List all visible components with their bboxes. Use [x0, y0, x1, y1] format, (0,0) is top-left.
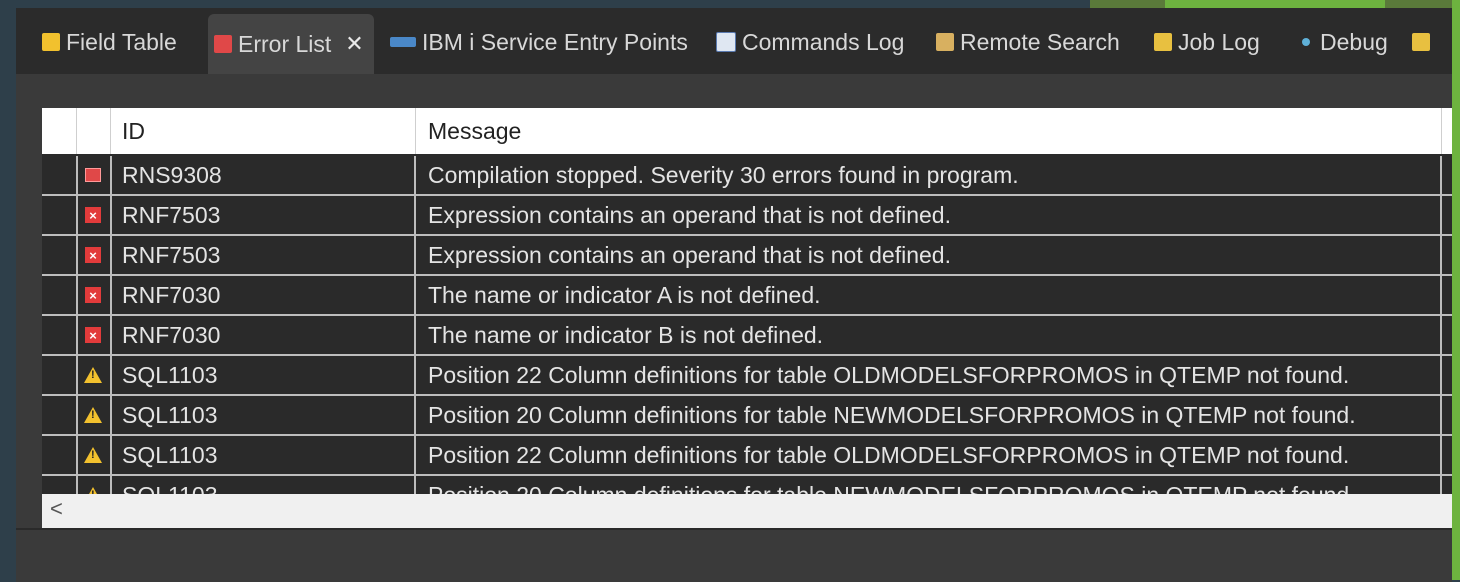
- error-table: ID Message RNS9308 Compilation stopped. S…: [42, 108, 1452, 494]
- message-id: RNS9308: [110, 156, 416, 194]
- remote-search-icon: [936, 33, 954, 51]
- debug-icon: [1302, 38, 1310, 46]
- table-row[interactable]: × RNF7503 Expression contains an operand t…: [42, 196, 1452, 236]
- table-row[interactable]: × RNF7030 The name or indicator A is not d…: [42, 276, 1452, 316]
- row-spacer: [42, 476, 78, 494]
- tab-error-list[interactable]: Error List ✕: [208, 14, 374, 74]
- table-icon: [42, 33, 60, 51]
- row-spacer: [42, 276, 78, 314]
- row-spacer: [42, 236, 78, 274]
- service-entry-icon: [390, 37, 416, 47]
- severity-cell: [76, 156, 112, 194]
- overflow-tab-icon: [1412, 33, 1430, 51]
- row-spacer: [42, 156, 78, 194]
- row-spacer: [42, 196, 78, 234]
- tab-job-log[interactable]: Job Log: [1154, 18, 1260, 66]
- table-row[interactable]: × RNF7030 The name or indicator B is not d…: [42, 316, 1452, 356]
- tab-label: Debug: [1320, 28, 1388, 55]
- tab-remote-search[interactable]: Remote Search: [936, 18, 1120, 66]
- tab-overflow[interactable]: [1412, 18, 1436, 66]
- message-text: Expression contains an operand that is n…: [416, 236, 1442, 274]
- message-text: The name or indicator B is not defined.: [416, 316, 1442, 354]
- message-id: RNF7030: [110, 276, 416, 314]
- message-text: Position 22 Column definitions for table…: [416, 436, 1442, 474]
- view-tab-bar: Field Table Error List ✕ IBM i Service E…: [16, 8, 1452, 74]
- severity-cell: ×: [76, 196, 112, 234]
- error-severity-icon: ×: [85, 247, 101, 263]
- severity-cell: [76, 436, 112, 474]
- tab-label: Commands Log: [742, 28, 905, 55]
- severity-cell: ×: [76, 316, 112, 354]
- message-text: Position 20 Column definitions for table…: [416, 396, 1442, 434]
- warning-severity-icon: [84, 487, 102, 494]
- message-text: Position 22 Column definitions for table…: [416, 356, 1442, 394]
- commands-log-icon: [716, 32, 736, 52]
- tab-label: IBM i Service Entry Points: [422, 28, 688, 55]
- row-spacer: [42, 396, 78, 434]
- column-header-message[interactable]: Message: [416, 108, 1442, 154]
- table-row[interactable]: SQL1103Position 20 Column definitions fo…: [42, 476, 1452, 494]
- warning-severity-icon: [84, 407, 102, 423]
- message-id: RNF7503: [110, 196, 416, 234]
- header-blank: [42, 108, 77, 154]
- message-id: SQL1103: [110, 436, 416, 474]
- background-accent-strip: [1452, 0, 1460, 580]
- message-id: RNF7503: [110, 236, 416, 274]
- tab-label: Remote Search: [960, 28, 1120, 55]
- column-header-id[interactable]: ID: [110, 108, 416, 154]
- error-list-icon: [214, 35, 232, 53]
- row-spacer: [42, 436, 78, 474]
- warning-severity-icon: [84, 447, 102, 463]
- severity-cell: ×: [76, 236, 112, 274]
- table-header: ID Message: [42, 108, 1452, 154]
- table-row[interactable]: RNS9308 Compilation stopped. Severity 30 …: [42, 156, 1452, 196]
- header-severity[interactable]: [76, 108, 111, 154]
- message-text: The name or indicator A is not defined.: [416, 276, 1442, 314]
- row-spacer: [42, 316, 78, 354]
- message-id: SQL1103: [110, 396, 416, 434]
- horizontal-scrollbar[interactable]: <: [42, 494, 1452, 528]
- message-text: Compilation stopped. Severity 30 errors …: [416, 156, 1442, 194]
- severity-cell: ×: [76, 276, 112, 314]
- error-severity-icon: ×: [85, 207, 101, 223]
- job-log-icon: [1154, 33, 1172, 51]
- message-text: Position 20 Column definitions for table…: [416, 476, 1442, 494]
- severity-cell: [76, 356, 112, 394]
- row-spacer: [42, 356, 78, 394]
- message-id: SQL1103: [110, 356, 416, 394]
- stop-severity-icon: [85, 168, 101, 182]
- severity-cell: [76, 396, 112, 434]
- scroll-left-icon[interactable]: <: [50, 496, 63, 522]
- tab-label: Field Table: [66, 28, 177, 55]
- status-bar: [16, 528, 1452, 582]
- warning-severity-icon: [84, 367, 102, 383]
- view-toolbar: [42, 74, 1452, 108]
- message-text: Expression contains an operand that is n…: [416, 196, 1442, 234]
- table-row[interactable]: SQL1103Position 22 Column definitions fo…: [42, 436, 1452, 476]
- severity-cell: [76, 476, 112, 494]
- error-severity-icon: ×: [85, 327, 101, 343]
- close-icon[interactable]: ✕: [345, 31, 363, 57]
- table-row[interactable]: SQL1103Position 20 Column definitions fo…: [42, 396, 1452, 436]
- tab-service-entry-points[interactable]: IBM i Service Entry Points: [390, 18, 688, 66]
- message-id: SQL1103: [110, 476, 416, 494]
- table-row[interactable]: SQL1103Position 22 Column definitions fo…: [42, 356, 1452, 396]
- tab-label: Error List: [238, 30, 332, 57]
- tab-commands-log[interactable]: Commands Log: [716, 18, 904, 66]
- error-list-view: Field Table Error List ✕ IBM i Service E…: [16, 8, 1452, 582]
- tab-label: Job Log: [1178, 28, 1260, 55]
- table-row[interactable]: × RNF7503 Expression contains an operand t…: [42, 236, 1452, 276]
- tab-debug[interactable]: Debug: [1302, 18, 1388, 66]
- message-id: RNF7030: [110, 316, 416, 354]
- error-severity-icon: ×: [85, 287, 101, 303]
- tab-field-table[interactable]: Field Table: [42, 18, 177, 66]
